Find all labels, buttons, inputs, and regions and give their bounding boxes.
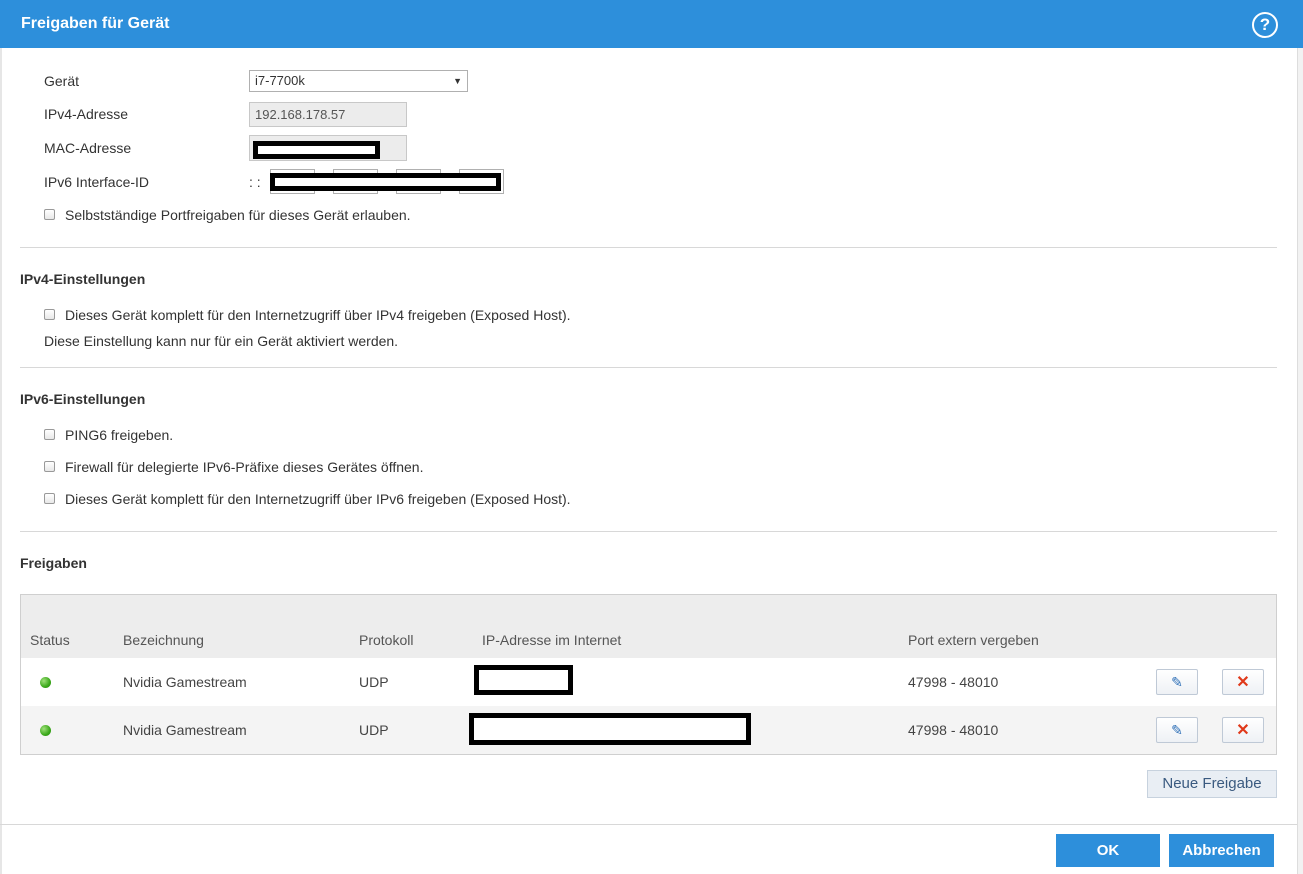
- dialog-title: Freigaben für Gerät: [21, 15, 170, 32]
- mac-label: MAC-Adresse: [44, 140, 132, 156]
- ipv6-prefix: : :: [249, 174, 261, 190]
- geraet-select-value: i7-7700k: [255, 73, 305, 88]
- dialog-scrollbar[interactable]: [1297, 48, 1303, 874]
- status-active-icon: [40, 725, 51, 736]
- table-header: Status Bezeichnung Protokoll IP-Adresse …: [21, 595, 1276, 658]
- delete-button[interactable]: ✕: [1222, 717, 1264, 743]
- row-protocol: UDP: [359, 722, 389, 738]
- footer-divider: [0, 824, 1297, 825]
- dialog-titlebar: Freigaben für Gerät ?: [0, 0, 1303, 48]
- redaction-ipv6: [270, 173, 501, 191]
- freigaben-heading: Freigaben: [20, 555, 87, 571]
- redaction-ip: [474, 665, 573, 695]
- column-header-bezeichnung: Bezeichnung: [123, 632, 204, 648]
- redaction-mac: [253, 141, 380, 159]
- ipv6-exposed-label: Dieses Gerät komplett für den Internetzu…: [65, 491, 571, 507]
- chevron-down-icon: ▼: [453, 76, 462, 86]
- ipv4-exposed-checkbox[interactable]: [44, 309, 55, 320]
- column-header-port: Port extern vergeben: [908, 632, 1039, 648]
- column-header-protokoll: Protokoll: [359, 632, 414, 648]
- column-header-status: Status: [30, 632, 70, 648]
- row-port: 47998 - 48010: [908, 722, 999, 738]
- close-icon: ✕: [1236, 674, 1250, 691]
- ipv4-heading: IPv4-Einstellungen: [20, 271, 146, 287]
- ipv6-exposed-checkbox[interactable]: [44, 493, 55, 504]
- help-icon[interactable]: ?: [1252, 12, 1278, 38]
- status-active-icon: [40, 677, 51, 688]
- edit-button[interactable]: ✎: [1156, 669, 1198, 695]
- divider: [20, 367, 1277, 368]
- ping6-checkbox[interactable]: [44, 429, 55, 440]
- cancel-button[interactable]: Abbrechen: [1169, 834, 1274, 867]
- row-name: Nvidia Gamestream: [123, 674, 247, 690]
- pencil-icon: ✎: [1171, 722, 1183, 738]
- ipv6-heading: IPv6-Einstellungen: [20, 391, 146, 407]
- table-row: Nvidia Gamestream UDP 47998 - 48010 ✎ ✕: [21, 706, 1276, 754]
- divider: [20, 531, 1277, 532]
- geraet-label: Gerät: [44, 73, 80, 89]
- freigaben-table: Status Bezeichnung Protokoll IP-Adresse …: [20, 594, 1277, 755]
- firewall-label: Firewall für delegierte IPv6-Präfixe die…: [65, 459, 424, 475]
- delete-button[interactable]: ✕: [1222, 669, 1264, 695]
- edit-button[interactable]: ✎: [1156, 717, 1198, 743]
- column-header-ip: IP-Adresse im Internet: [482, 632, 622, 648]
- self-portfwd-checkbox[interactable]: [44, 209, 55, 220]
- ipv4-exposed-label: Dieses Gerät komplett für den Internetzu…: [65, 307, 571, 323]
- ipv4-note: Diese Einstellung kann nur für ein Gerät…: [44, 333, 399, 349]
- row-protocol: UDP: [359, 674, 389, 690]
- row-port: 47998 - 48010: [908, 674, 999, 690]
- self-portfwd-label: Selbstständige Portfreigaben für dieses …: [65, 207, 411, 223]
- ipv6-label: IPv6 Interface-ID: [44, 174, 150, 190]
- table-row: Nvidia Gamestream UDP 47998 - 48010 ✎ ✕: [21, 658, 1276, 706]
- redaction-ip: [469, 713, 751, 745]
- dialog-left-border: [0, 48, 2, 874]
- close-icon: ✕: [1236, 722, 1250, 739]
- pencil-icon: ✎: [1171, 674, 1183, 690]
- divider: [20, 247, 1277, 248]
- new-freigabe-button[interactable]: Neue Freigabe: [1147, 770, 1277, 798]
- firewall-checkbox[interactable]: [44, 461, 55, 472]
- geraet-select[interactable]: i7-7700k ▼: [249, 70, 468, 92]
- ok-button[interactable]: OK: [1056, 834, 1160, 867]
- ipv4-field: 192.168.178.57: [249, 102, 407, 127]
- ping6-label: PING6 freigeben.: [65, 427, 174, 443]
- row-name: Nvidia Gamestream: [123, 722, 247, 738]
- ipv4-label: IPv4-Adresse: [44, 106, 129, 122]
